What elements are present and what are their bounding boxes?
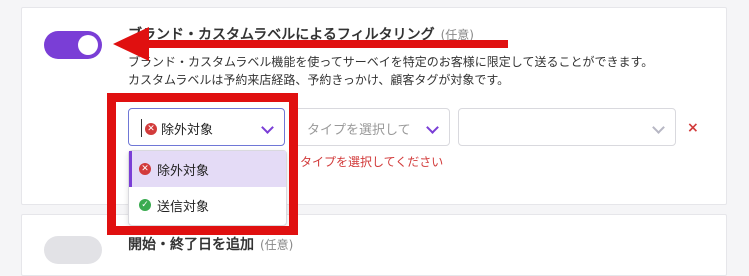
- type-select-placeholder: タイプを選択して: [307, 123, 411, 138]
- section-desc-line2: カスタムラベルは予約来店経路、予約きっかけ、顧客タグが対象です。: [128, 73, 510, 87]
- next-section-title-text: 開始・終了日を追加: [128, 237, 254, 253]
- type-select[interactable]: タイプを選択して: [294, 108, 450, 146]
- toggle-knob: [78, 35, 98, 55]
- next-optional-tag: (任意): [260, 238, 294, 252]
- annotation-arrow-head: [113, 27, 149, 61]
- next-section-title: 開始・終了日を追加 (任意): [128, 234, 293, 254]
- error-message: タイプを選択してください: [300, 155, 444, 169]
- remove-filter-icon[interactable]: ×: [687, 120, 699, 136]
- filter-toggle[interactable]: [44, 31, 102, 59]
- annotation-highlight-box: [107, 93, 298, 235]
- chevron-down-icon: [426, 121, 439, 134]
- chevron-down-icon: [652, 121, 665, 134]
- value-select[interactable]: [458, 108, 676, 146]
- section-desc-line1: ブランド・カスタムラベル機能を使ってサーベイを特定のお客様に限定して送ることがで…: [128, 55, 654, 69]
- date-toggle[interactable]: [44, 236, 102, 264]
- annotation-arrow-line: [146, 40, 508, 48]
